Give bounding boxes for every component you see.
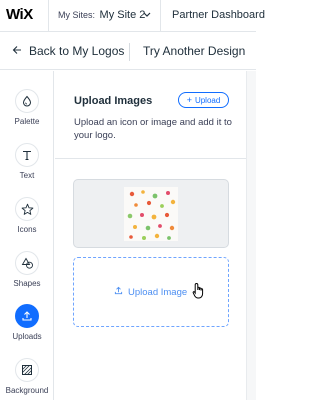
upload-image-text: Upload Image xyxy=(128,287,188,298)
shapes-icon xyxy=(15,251,39,275)
star-icon xyxy=(15,197,39,221)
top-bar: WiX My Sites: My Site 2 Partner Dashboar… xyxy=(0,0,265,32)
upload-button[interactable]: + Upload xyxy=(178,92,229,108)
chevron-down-icon[interactable] xyxy=(143,9,151,21)
rail-item-uploads[interactable]: Uploads xyxy=(0,304,54,341)
plus-icon: + xyxy=(186,95,192,105)
rail-item-palette[interactable]: Palette xyxy=(0,89,54,126)
uploaded-image-thumbnail xyxy=(124,187,178,241)
rail-label: Background xyxy=(5,386,49,395)
upload-icon xyxy=(15,304,39,328)
back-to-logos-link[interactable]: Back to My Logos xyxy=(12,44,124,58)
palette-icon xyxy=(15,89,39,113)
wix-logo[interactable]: WiX xyxy=(6,6,33,23)
rail-item-text[interactable]: Text xyxy=(0,143,54,180)
divider xyxy=(48,0,49,32)
arrow-left-icon xyxy=(12,46,21,54)
divider xyxy=(55,158,246,159)
panel-title: Upload Images xyxy=(74,95,153,107)
rail-item-icons[interactable]: Icons xyxy=(0,197,54,234)
upload-button-label: Upload xyxy=(194,95,221,105)
hand-cursor-icon xyxy=(192,282,204,299)
uploaded-image-card[interactable] xyxy=(73,179,229,248)
partner-dashboard-link[interactable]: Partner Dashboard xyxy=(172,9,265,21)
try-another-design-link[interactable]: Try Another Design xyxy=(143,44,245,58)
divider xyxy=(160,0,161,32)
site-name: My Site 2 xyxy=(99,9,146,21)
rail-item-background[interactable]: Background xyxy=(0,358,54,395)
rail-item-shapes[interactable]: Shapes xyxy=(0,251,54,288)
text-icon xyxy=(15,143,39,167)
site-selector[interactable]: My Sites: My Site 2 xyxy=(58,9,145,21)
sites-prefix: My Sites: xyxy=(58,10,96,20)
rail-label: Palette xyxy=(14,117,40,126)
uploads-panel: Upload Images + Upload Upload an icon or… xyxy=(55,71,246,400)
panel-description: Upload an icon or image and add it to yo… xyxy=(74,117,232,141)
rail-label: Uploads xyxy=(12,332,42,341)
back-label: Back to My Logos xyxy=(29,44,125,58)
sub-toolbar: Back to My Logos Try Another Design xyxy=(0,33,256,70)
canvas-edge xyxy=(246,71,256,400)
left-rail: Palette Text Icons Shapes Uploads Backgr… xyxy=(0,71,54,400)
upload-image-label: Upload Image xyxy=(114,286,187,298)
background-icon xyxy=(15,358,39,382)
upload-icon xyxy=(114,286,123,295)
rail-label: Icons xyxy=(17,225,37,234)
upload-image-dropzone[interactable]: Upload Image xyxy=(73,257,229,327)
divider xyxy=(129,43,130,61)
rail-label: Text xyxy=(19,171,35,180)
rail-label: Shapes xyxy=(13,279,41,288)
